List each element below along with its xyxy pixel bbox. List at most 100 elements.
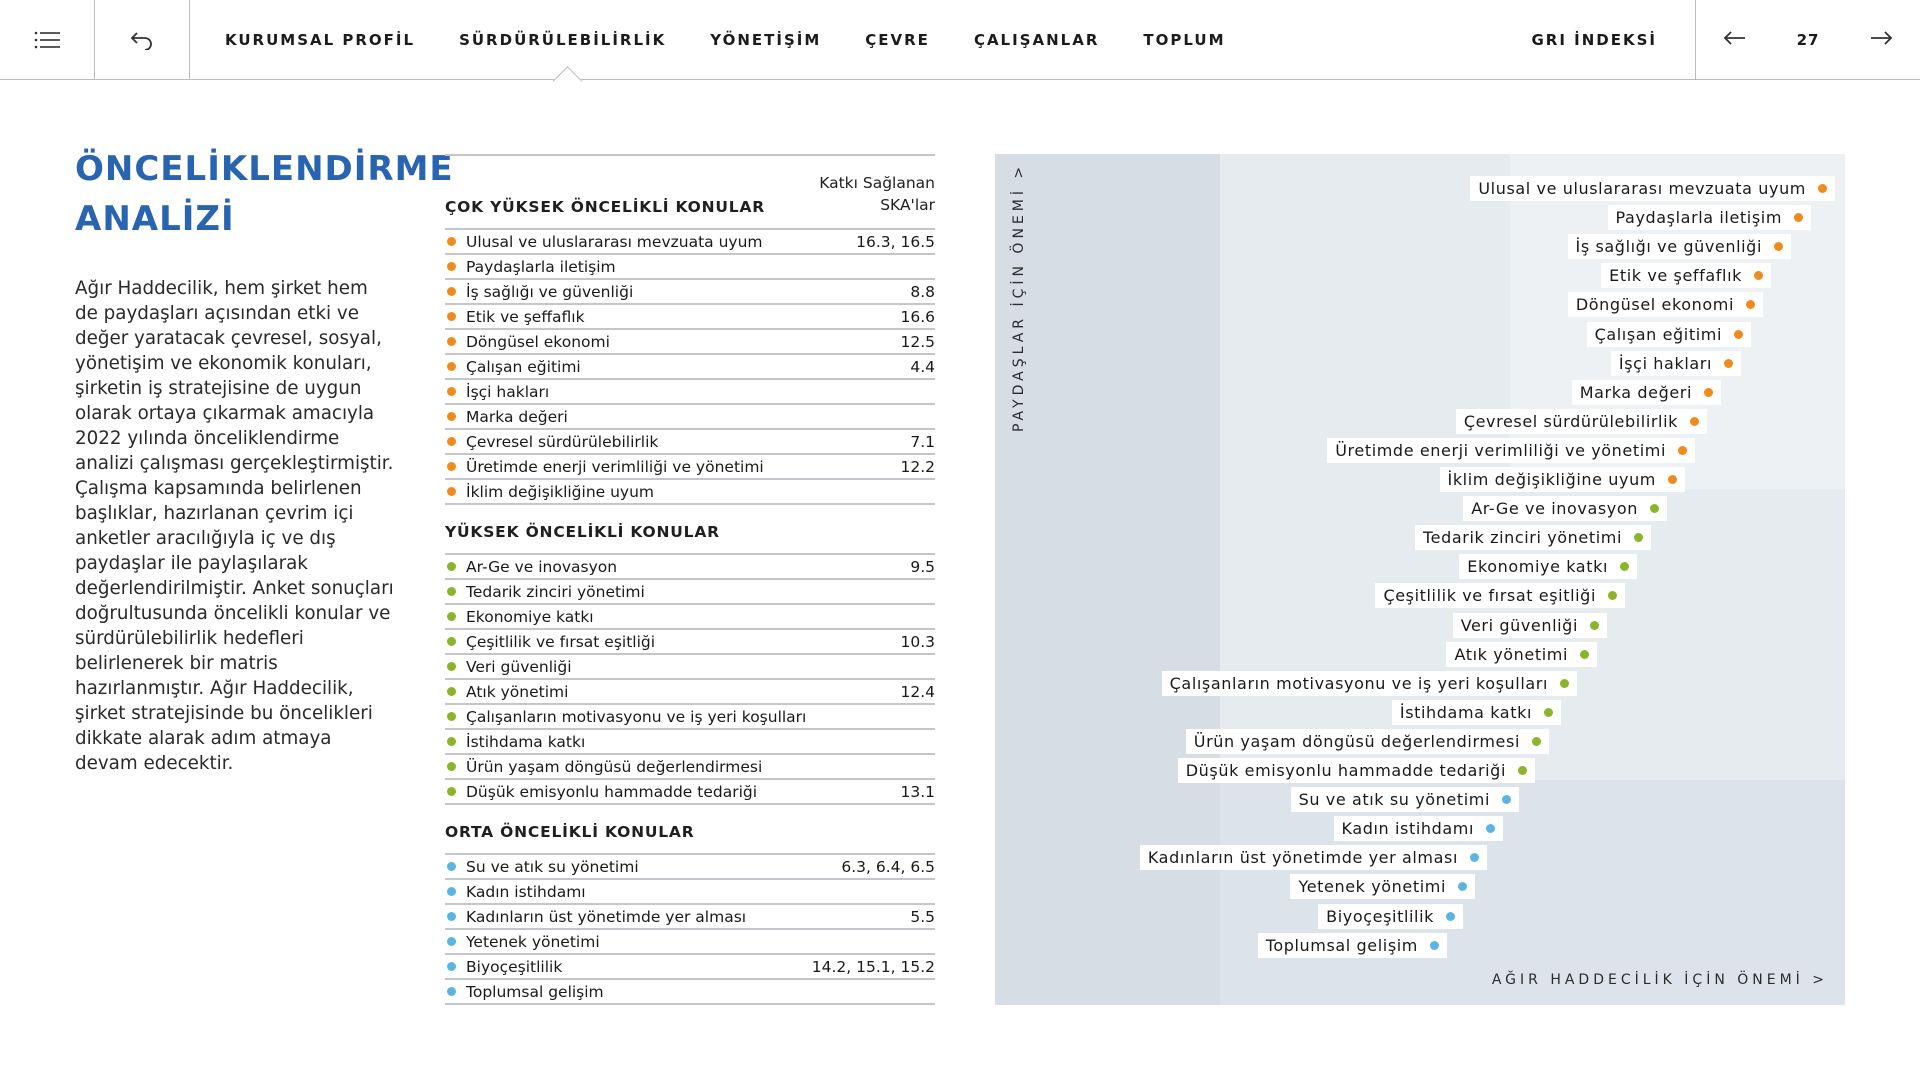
page-title: ÖNCELİKLENDİRME ANALİZİ bbox=[75, 144, 454, 244]
priority-dot-icon bbox=[1446, 912, 1455, 921]
priority-dot-icon bbox=[1486, 824, 1495, 833]
matrix-topic-text: İşçi hakları bbox=[1618, 354, 1712, 373]
table-row-label: Kadın istihdamı bbox=[466, 882, 586, 901]
matrix-topic-label: Ar-Ge ve inovasyon bbox=[1463, 496, 1667, 521]
table-row-sdg-value: 7.1 bbox=[910, 432, 935, 451]
main-nav: KURUMSAL PROFİL SÜRDÜRÜLEBİLİRLİK YÖNETİ… bbox=[225, 0, 1270, 80]
nav-yonetisim[interactable]: YÖNETİŞİM bbox=[710, 0, 821, 80]
priority-dot-icon bbox=[1774, 242, 1783, 251]
priority-dot-icon bbox=[447, 762, 456, 771]
top-navigation-bar: KURUMSAL PROFİL SÜRDÜRÜLEBİLİRLİK YÖNETİ… bbox=[0, 0, 1920, 80]
table-row-label: Ekonomiye katkı bbox=[466, 607, 594, 626]
matrix-topic-text: Çalışan eğitimi bbox=[1594, 325, 1722, 344]
matrix-topic-text: Üretimde enerji verimliliği ve yönetimi bbox=[1335, 441, 1666, 460]
nav-cevre[interactable]: ÇEVRE bbox=[865, 0, 930, 80]
priority-dot-icon bbox=[1590, 621, 1599, 630]
matrix-topic-label: Biyoçeşitlilik bbox=[1318, 904, 1463, 929]
table-row-label: Atık yönetimi bbox=[466, 682, 569, 701]
table-row: Biyoçeşitlilik 14.2, 15.1, 15.2 bbox=[445, 955, 935, 980]
matrix-zone-low bbox=[995, 154, 1220, 1005]
table-row-sdg-value: 14.2, 15.1, 15.2 bbox=[811, 957, 935, 976]
table-row: Atık yönetimi 12.4 bbox=[445, 680, 935, 705]
pager: 27 bbox=[1695, 0, 1920, 80]
table-row-label: İş sağlığı ve güvenliği bbox=[466, 282, 634, 301]
back-button[interactable] bbox=[95, 0, 190, 80]
matrix-topic-text: Marka değeri bbox=[1579, 383, 1692, 402]
nav-kurumsal-profil[interactable]: KURUMSAL PROFİL bbox=[225, 0, 415, 80]
table-row: Marka değeri bbox=[445, 405, 935, 430]
matrix-topic-text: İstihdama katkı bbox=[1399, 703, 1532, 722]
table-group-header: ÇOK YÜKSEK ÖNCELİKLİ KONULAR Katkı Sağlan… bbox=[445, 156, 935, 230]
priority-dot-icon bbox=[447, 287, 456, 296]
priority-dot-icon bbox=[447, 487, 456, 496]
nav-toplum[interactable]: TOPLUM bbox=[1143, 0, 1225, 80]
table-row: İstihdama katkı bbox=[445, 730, 935, 755]
table-row-sdg-value: 4.4 bbox=[910, 357, 935, 376]
table-row-label: Tedarik zinciri yönetimi bbox=[466, 582, 645, 601]
table-row: Ulusal ve uluslararası mevzuata uyum 16.3… bbox=[445, 230, 935, 255]
page-title-line-1: ÖNCELİKLENDİRME bbox=[75, 149, 454, 189]
priority-dot-icon bbox=[447, 912, 456, 921]
table-row-label: Ürün yaşam döngüsü değerlendirmesi bbox=[466, 757, 763, 776]
priority-dot-icon bbox=[1430, 941, 1439, 950]
matrix-topic-text: Düşük emisyonlu hammadde tedariği bbox=[1185, 761, 1506, 780]
arrow-left-icon bbox=[1723, 30, 1746, 50]
table-group-title: ÇOK YÜKSEK ÖNCELİKLİ KONULAR bbox=[445, 198, 766, 216]
priority-dot-icon bbox=[447, 437, 456, 446]
table-row-label: Çalışanların motivasyonu ve iş yeri koşu… bbox=[466, 707, 807, 726]
priority-dot-icon bbox=[1668, 475, 1677, 484]
matrix-topic-label: Yetenek yönetimi bbox=[1290, 874, 1475, 899]
table-row-sdg-value: 16.3, 16.5 bbox=[856, 232, 935, 251]
priority-dot-icon bbox=[447, 662, 456, 671]
table-row-sdg-value: 5.5 bbox=[910, 907, 935, 926]
matrix-topic-label: Ulusal ve uluslararası mevzuata uyum bbox=[1470, 176, 1835, 201]
table-row: Düşük emisyonlu hammadde tedariği 13.1 bbox=[445, 780, 935, 805]
table-row: İşçi hakları bbox=[445, 380, 935, 405]
priority-dot-icon bbox=[1634, 533, 1643, 542]
priority-dot-icon bbox=[1502, 795, 1511, 804]
table-row-label: Toplumsal gelişim bbox=[466, 982, 604, 1001]
matrix-topic-label: Kadın istihdamı bbox=[1333, 816, 1503, 841]
matrix-topic-label: Tedarik zinciri yönetimi bbox=[1415, 525, 1651, 550]
matrix-topic-label: Marka değeri bbox=[1571, 380, 1721, 405]
matrix-topic-label: Çalışanların motivasyonu ve iş yeri koşu… bbox=[1161, 671, 1577, 696]
matrix-topic-label: Atık yönetimi bbox=[1446, 642, 1597, 667]
nav-calisanlar[interactable]: ÇALIŞANLAR bbox=[974, 0, 1099, 80]
prev-page-button[interactable] bbox=[1723, 30, 1746, 50]
priority-dot-icon bbox=[1608, 591, 1617, 600]
matrix-topic-text: Çeşitlilik ve fırsat eşitliği bbox=[1383, 586, 1596, 605]
priority-dot-icon bbox=[447, 562, 456, 571]
table-row-sdg-value: 8.8 bbox=[910, 282, 935, 301]
table-row: Kadınların üst yönetimde yer alması 5.5 bbox=[445, 905, 935, 930]
matrix-topic-label: Çeşitlilik ve fırsat eşitliği bbox=[1375, 583, 1625, 608]
table-row: Ar-Ge ve inovasyon 9.5 bbox=[445, 555, 935, 580]
matrix-topic-text: Döngüsel ekonomi bbox=[1575, 295, 1734, 314]
menu-button[interactable] bbox=[0, 0, 95, 80]
next-page-button[interactable] bbox=[1870, 30, 1893, 50]
table-row-label: Veri güvenliği bbox=[466, 657, 572, 676]
priority-dot-icon bbox=[447, 462, 456, 471]
table-row-label: Düşük emisyonlu hammadde tedariği bbox=[466, 782, 758, 801]
gri-index-link[interactable]: GRI İNDEKSİ bbox=[1531, 0, 1657, 80]
table-row: Üretimde enerji verimliliği ve yönetimi 1… bbox=[445, 455, 935, 480]
table-row: Yetenek yönetimi bbox=[445, 930, 935, 955]
table-row-label: Marka değeri bbox=[466, 407, 568, 426]
matrix-topic-label: Çevresel sürdürülebilirlik bbox=[1455, 409, 1707, 434]
table-row-label: Döngüsel ekonomi bbox=[466, 332, 610, 351]
priority-dot-icon bbox=[447, 262, 456, 271]
priority-dot-icon bbox=[1734, 330, 1743, 339]
table-row: Çalışanların motivasyonu ve iş yeri koşu… bbox=[445, 705, 935, 730]
table-row-label: İstihdama katkı bbox=[466, 732, 586, 751]
table-row-label: Çevresel sürdürülebilirlik bbox=[466, 432, 659, 451]
table-row: Ürün yaşam döngüsü değerlendirmesi bbox=[445, 755, 935, 780]
priority-dot-icon bbox=[447, 937, 456, 946]
matrix-topic-text: Su ve atık su yönetimi bbox=[1298, 790, 1490, 809]
table-row: Döngüsel ekonomi 12.5 bbox=[445, 330, 935, 355]
matrix-topic-text: Yetenek yönetimi bbox=[1298, 877, 1446, 896]
matrix-topic-label: İklim değişikliğine uyum bbox=[1439, 467, 1685, 492]
nav-surdurulebilirlik[interactable]: SÜRDÜRÜLEBİLİRLİK bbox=[459, 0, 666, 80]
table-row-label: Paydaşlarla iletişim bbox=[466, 257, 616, 276]
matrix-topic-label: Ekonomiye katkı bbox=[1459, 554, 1637, 579]
matrix-topic-label: Ürün yaşam döngüsü değerlendirmesi bbox=[1185, 729, 1549, 754]
table-group-title: ORTA ÖNCELİKLİ KONULAR bbox=[445, 823, 695, 841]
